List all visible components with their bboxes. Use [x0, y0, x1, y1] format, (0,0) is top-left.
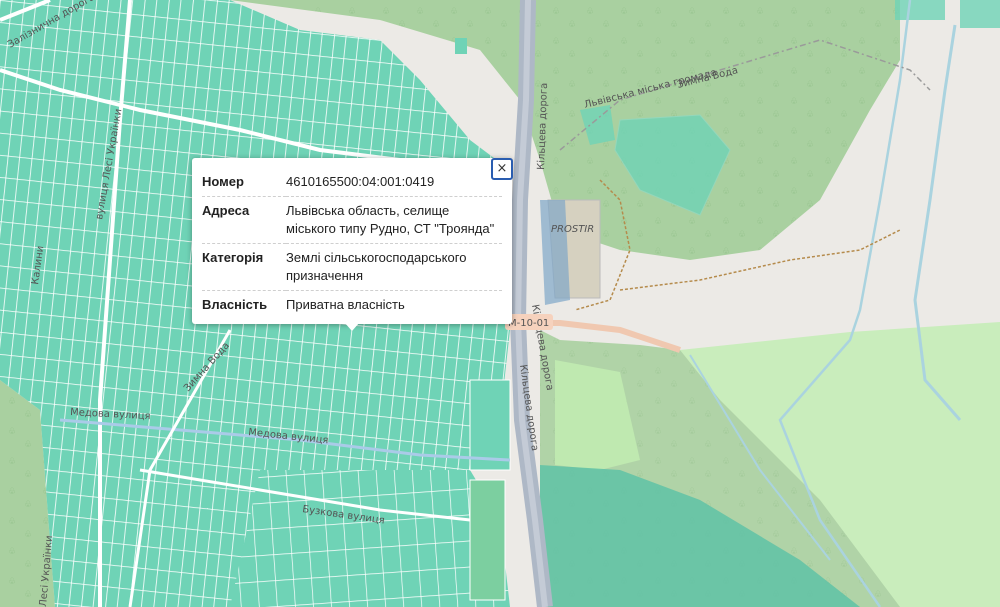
parcel-block	[469, 379, 511, 471]
info-value: Приватна власність	[286, 297, 405, 312]
info-key: Власність	[202, 297, 268, 312]
parcel-east-3	[895, 0, 945, 20]
info-value: Землі сільськогосподарського призначення	[286, 250, 467, 283]
info-row-ownership: Власність Приватна власність	[202, 291, 502, 320]
label-poi: PROSTIR	[551, 224, 594, 235]
popup-pointer	[344, 322, 360, 331]
parcel-info-table: Номер 4610165500:04:001:0419 Адреса Льві…	[202, 168, 502, 319]
info-row-number: Номер 4610165500:04:001:0419	[202, 168, 502, 197]
parcel-east-5	[455, 38, 467, 54]
info-key: Категорія	[202, 250, 264, 265]
info-row-category: Категорія Землі сільськогосподарського п…	[202, 244, 502, 291]
info-value: Львівська область, селище міського типу …	[286, 203, 495, 236]
label-road-code: М-10-01	[508, 318, 549, 329]
info-key: Адреса	[202, 203, 250, 218]
info-row-address: Адреса Львівська область, селище міськог…	[202, 197, 502, 244]
parcel-east-4	[960, 0, 1000, 28]
close-icon[interactable]: ×	[491, 158, 513, 180]
parcel-green	[469, 479, 506, 601]
parcel-info-popup: × Номер 4610165500:04:001:0419 Адреса Ль…	[192, 158, 513, 324]
info-value: 4610165500:04:001:0419	[286, 174, 435, 189]
info-key: Номер	[202, 174, 244, 189]
poi-blue-area	[540, 200, 570, 305]
